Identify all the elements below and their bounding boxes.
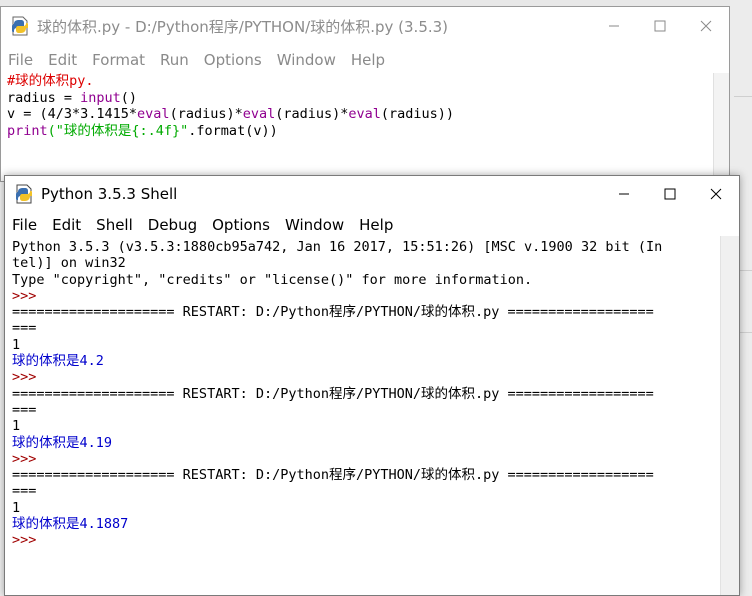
shell-output-line: 球的体积是4.19 xyxy=(12,434,113,451)
shell-window: Python 3.5.3 Shell File Edit Shell Debug… xyxy=(4,175,740,596)
shell-menubar: File Edit Shell Debug Options Window Hel… xyxy=(5,212,739,238)
maximize-icon xyxy=(664,188,676,200)
shell-close-button[interactable] xyxy=(693,176,739,212)
editor-menubar: File Edit Format Run Options Window Help xyxy=(1,47,729,73)
editor-menu-options[interactable]: Options xyxy=(197,51,270,69)
shell-line: Type "copyright", "credits" or "license(… xyxy=(12,271,533,288)
code-editor-text[interactable]: #球的体积py. radius = input() v = (4/3*3.1415*… xyxy=(1,73,713,181)
editor-menu-edit[interactable]: Edit xyxy=(41,51,85,69)
shell-line: ==================== RESTART: D:/Python程… xyxy=(12,304,654,321)
shell-menu-options[interactable]: Options xyxy=(205,216,278,234)
code-token-plain: .format(v)) xyxy=(188,122,278,139)
close-icon xyxy=(710,188,722,200)
shell-line: 1 xyxy=(12,499,21,516)
shell-prompt: >>> xyxy=(12,532,37,549)
minimize-icon xyxy=(609,25,619,27)
code-token-string: ("球的体积是{:.4f}" xyxy=(47,122,189,139)
minimize-icon xyxy=(619,193,629,195)
code-token-plain: v = (4/3*3.1415* xyxy=(7,106,138,122)
code-token-plain: (radius)* xyxy=(275,106,349,122)
shell-menu-shell[interactable]: Shell xyxy=(89,216,141,234)
shell-output-line: 球的体积是4.2 xyxy=(12,353,104,370)
shell-scrollbar[interactable] xyxy=(720,236,739,595)
shell-maximize-button[interactable] xyxy=(647,176,693,212)
editor-scrollbar[interactable] xyxy=(713,73,729,181)
python-idle-icon xyxy=(12,16,28,36)
shell-prompt: >>> xyxy=(12,369,37,386)
code-token-builtin: print xyxy=(7,122,48,139)
shell-line: Python 3.5.3 (v3.5.3:1880cb95a742, Jan 1… xyxy=(12,239,663,255)
editor-menu-help[interactable]: Help xyxy=(344,51,393,69)
maximize-icon xyxy=(654,20,666,32)
editor-menu-run[interactable]: Run xyxy=(153,51,197,69)
code-line: print("球的体积是{:.4f}".format(v)) xyxy=(7,123,713,140)
code-token-builtin: eval xyxy=(348,106,381,122)
shell-menu-debug[interactable]: Debug xyxy=(141,216,205,234)
editor-menu-format[interactable]: Format xyxy=(85,51,153,69)
shell-line: tel)] on win32 xyxy=(12,255,126,272)
python-idle-icon xyxy=(16,184,32,204)
shell-titlebar[interactable]: Python 3.5.3 Shell xyxy=(5,176,739,212)
shell-line: ==================== RESTART: D:/Python程… xyxy=(12,385,654,402)
shell-line: === xyxy=(12,483,37,500)
shell-prompt: >>> xyxy=(12,287,37,304)
shell-menu-help[interactable]: Help xyxy=(352,216,401,234)
shell-output-text[interactable]: Python 3.5.3 (v3.5.3:1880cb95a742, Jan 1… xyxy=(5,236,719,595)
editor-titlebar[interactable]: 球的体积.py - D:/Python程序/PYTHON/球的体积.py (3.… xyxy=(1,7,729,45)
shell-line: ==================== RESTART: D:/Python程… xyxy=(12,467,654,484)
editor-menu-file[interactable]: File xyxy=(1,51,41,69)
code-line: #球的体积py. xyxy=(7,73,713,90)
editor-close-button[interactable] xyxy=(683,7,729,45)
code-token-plain: () xyxy=(120,89,138,106)
shell-minimize-button[interactable] xyxy=(601,176,647,212)
shell-menu-file[interactable]: File xyxy=(5,216,45,234)
editor-maximize-button[interactable] xyxy=(637,7,683,45)
editor-window: 球的体积.py - D:/Python程序/PYTHON/球的体积.py (3.… xyxy=(0,6,730,182)
shell-line: 1 xyxy=(12,418,21,435)
code-line: radius = input() xyxy=(7,90,713,107)
shell-line: === xyxy=(12,320,37,337)
code-token-builtin: eval xyxy=(137,106,170,122)
editor-menu-window[interactable]: Window xyxy=(270,51,344,69)
code-token-plain: (radius)) xyxy=(380,106,455,122)
shell-menu-edit[interactable]: Edit xyxy=(45,216,89,234)
shell-output-line: 球的体积是4.1887 xyxy=(12,516,129,533)
code-token-builtin: input xyxy=(80,89,121,106)
shell-line: 1 xyxy=(12,336,21,353)
shell-prompt: >>> xyxy=(12,450,37,467)
code-token-builtin: eval xyxy=(242,106,276,122)
code-token-comment: #球的体积py. xyxy=(7,73,94,89)
code-line: v = (4/3*3.1415*eval(radius)*eval(radius… xyxy=(7,106,713,123)
shell-line: === xyxy=(12,401,37,418)
editor-minimize-button[interactable] xyxy=(591,7,637,45)
close-icon xyxy=(700,20,712,32)
shell-window-title: Python 3.5.3 Shell xyxy=(41,185,178,203)
editor-window-title: 球的体积.py - D:/Python程序/PYTHON/球的体积.py (3.… xyxy=(37,17,449,36)
code-token-plain: (radius)* xyxy=(169,106,243,122)
code-token-plain: radius = xyxy=(7,89,81,106)
shell-menu-window[interactable]: Window xyxy=(278,216,352,234)
